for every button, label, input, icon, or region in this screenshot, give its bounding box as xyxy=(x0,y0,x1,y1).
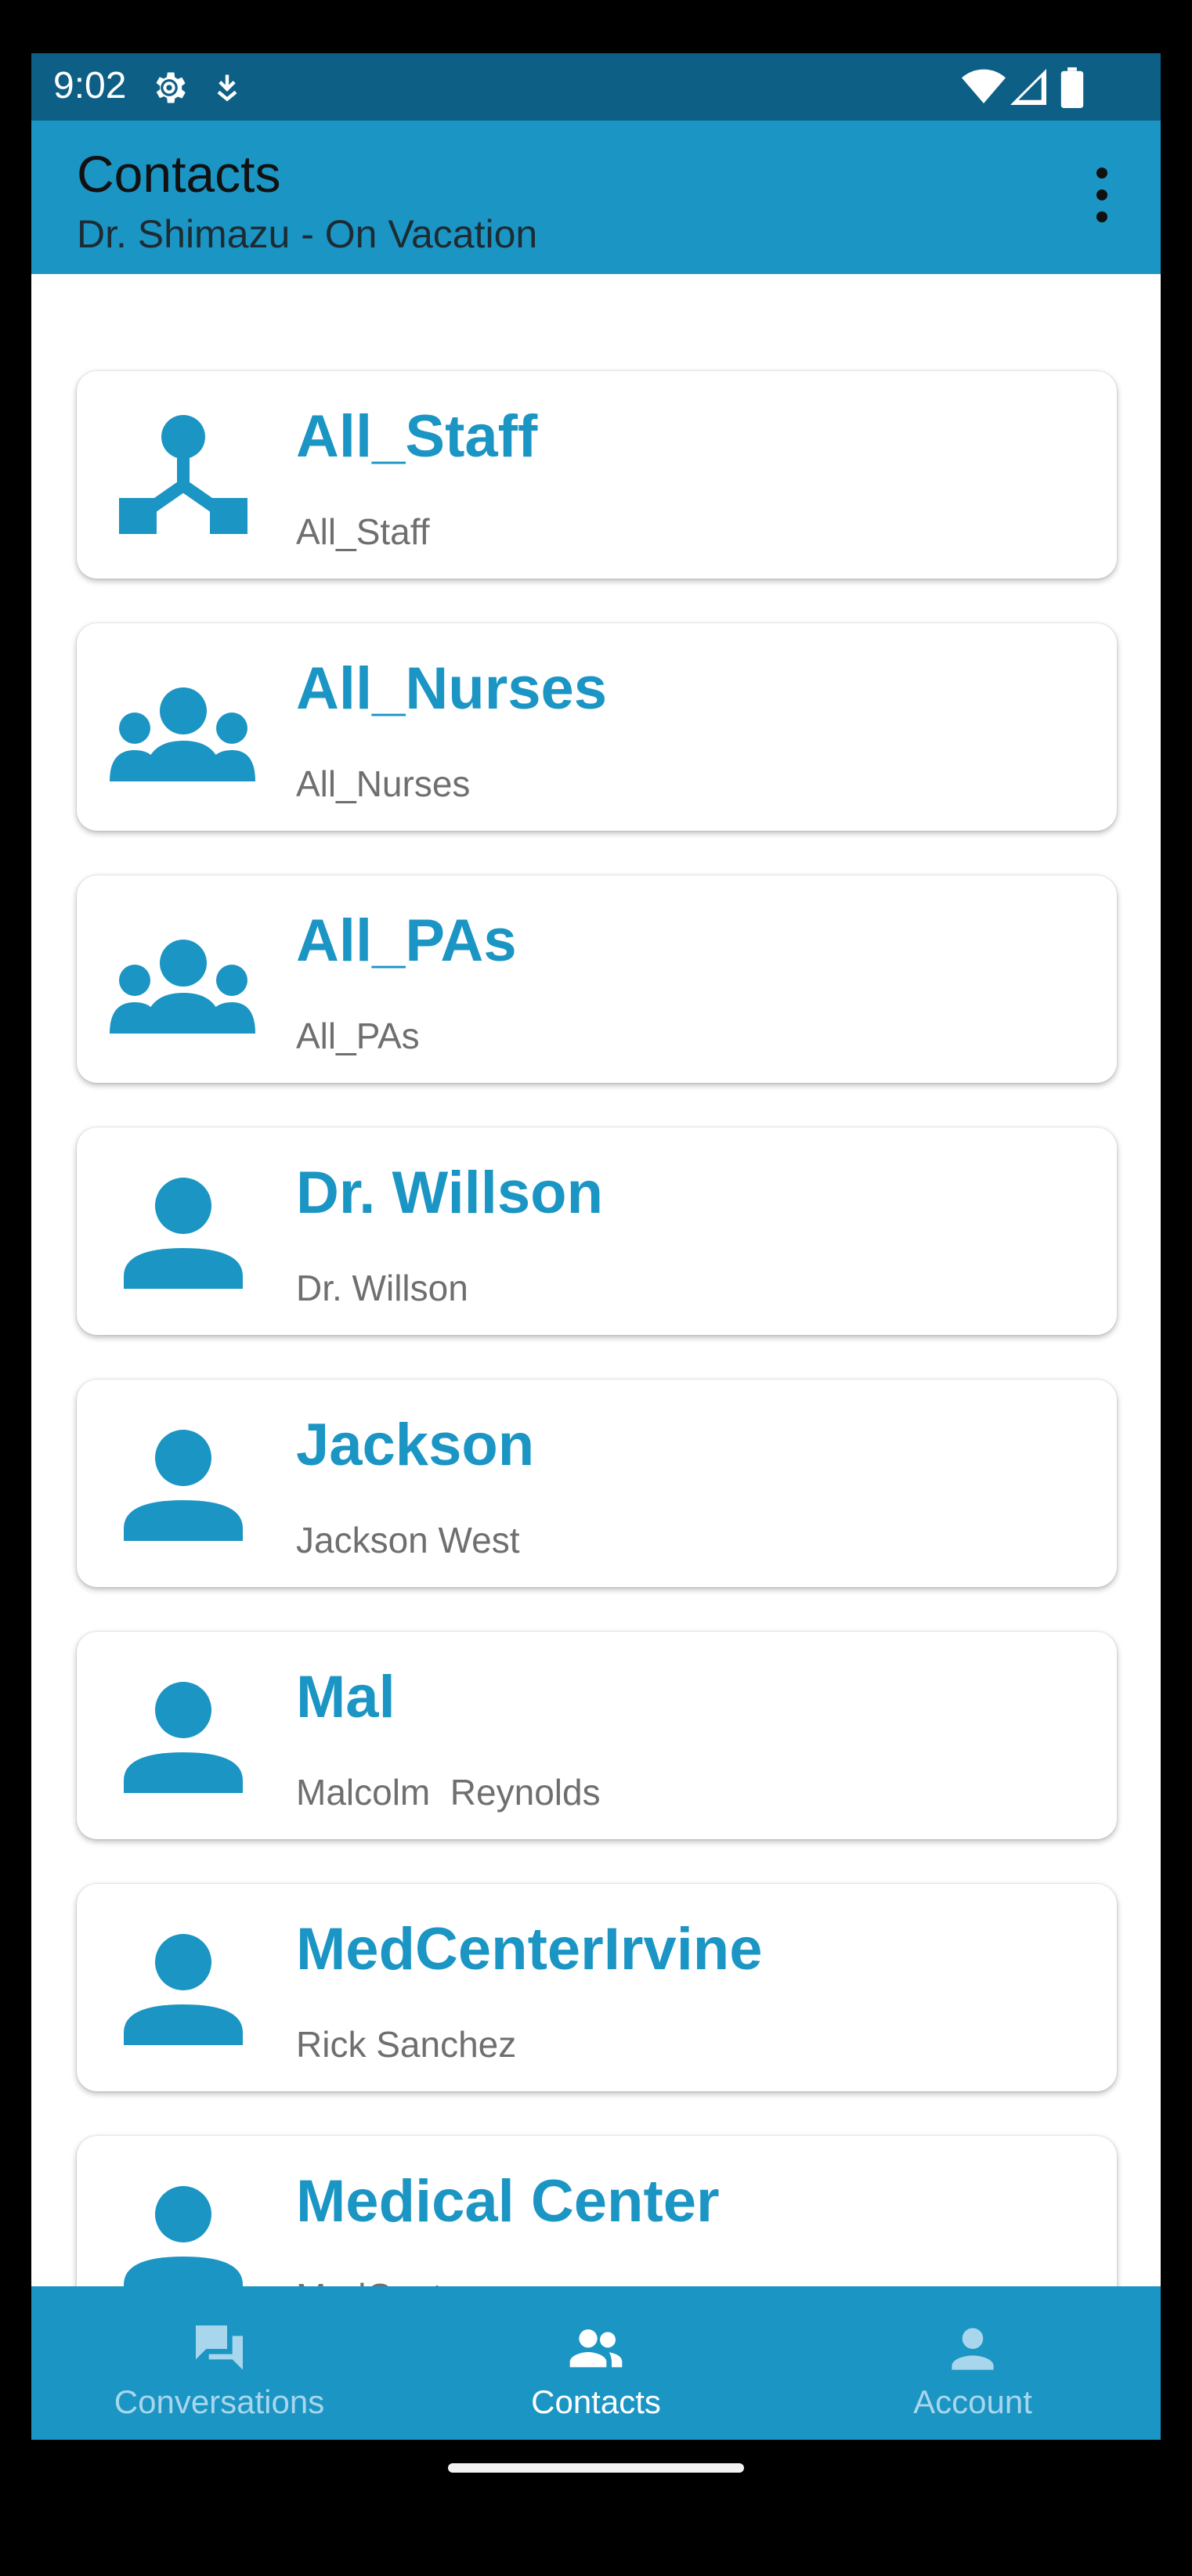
contact-subtitle: MedCenter xyxy=(296,2275,475,2286)
status-time: 9:02 xyxy=(53,65,127,106)
contact-title: All_PAs xyxy=(296,907,517,974)
contact-title: Dr. Willson xyxy=(296,1160,604,1226)
gesture-area xyxy=(31,2440,1161,2498)
signal-icon xyxy=(1010,69,1046,105)
bottom-nav: Conversations Contacts Account xyxy=(31,2286,1161,2440)
contact-subtitle: Dr. Willson xyxy=(296,1268,468,1308)
more-vert-icon[interactable] xyxy=(1090,168,1114,230)
contact-card[interactable]: Jackson Jackson West xyxy=(77,1380,1117,1587)
contact-card[interactable]: Mal Malcolm Reynolds xyxy=(77,1632,1117,1839)
nav-item-conversations[interactable]: Conversations xyxy=(31,2286,407,2440)
screen: 9:02 Contacts Dr. Shimazu - On Vacation … xyxy=(31,53,1161,2498)
group-icon xyxy=(110,940,255,1034)
contact-subtitle: All_Staff xyxy=(296,511,430,552)
nav-label-account: Account xyxy=(913,2383,1032,2420)
contact-subtitle: Malcolm Reynolds xyxy=(296,1772,601,1813)
contact-subtitle: Jackson West xyxy=(296,1520,520,1560)
person-icon xyxy=(124,2186,243,2286)
contact-title: Mal xyxy=(296,1664,396,1730)
page-title: Contacts xyxy=(77,145,281,203)
contacts-list[interactable]: All_Staff All_Staff All_Nurses All_Nurse… xyxy=(31,274,1161,2286)
nav-item-contacts[interactable]: Contacts xyxy=(408,2286,784,2440)
battery-icon xyxy=(1060,67,1084,108)
contact-subtitle: All_PAs xyxy=(296,1016,420,1056)
download-icon xyxy=(217,74,237,102)
org-chart-icon xyxy=(119,415,247,534)
forum-icon xyxy=(196,2325,243,2370)
contact-card[interactable]: All_Staff All_Staff xyxy=(77,371,1117,579)
contact-title: Jackson xyxy=(296,1412,535,1478)
contact-card[interactable]: Medical Center MedCenter xyxy=(77,2136,1117,2286)
group-icon xyxy=(110,687,255,781)
contact-subtitle: All_Nurses xyxy=(296,763,471,804)
contact-card[interactable]: Dr. Willson Dr. Willson xyxy=(77,1127,1117,1335)
contact-title: All_Staff xyxy=(296,403,538,470)
person-icon xyxy=(124,1178,243,1289)
contact-title: All_Nurses xyxy=(296,655,608,722)
contact-card[interactable]: All_PAs All_PAs xyxy=(77,875,1117,1083)
person-icon xyxy=(124,1430,243,1541)
contact-subtitle: Rick Sanchez xyxy=(296,2024,517,2065)
contact-title: Medical Center xyxy=(296,2168,720,2235)
app-bar: Contacts Dr. Shimazu - On Vacation xyxy=(31,121,1161,274)
nav-label-contacts: Contacts xyxy=(531,2383,661,2420)
settings-icon xyxy=(156,72,186,103)
contact-card[interactable]: All_Nurses All_Nurses xyxy=(77,623,1117,831)
status-bar: 9:02 xyxy=(31,53,1161,121)
nav-label-conversations: Conversations xyxy=(114,2383,325,2420)
person-icon xyxy=(124,1682,243,1793)
account-icon xyxy=(952,2328,994,2370)
home-gesture-bar[interactable] xyxy=(448,2463,744,2473)
contact-card[interactable]: MedCenterIrvine Rick Sanchez xyxy=(77,1884,1117,2091)
contact-title: MedCenterIrvine xyxy=(296,1916,763,1983)
nav-item-account[interactable]: Account xyxy=(785,2286,1161,2440)
device-frame: 9:02 Contacts Dr. Shimazu - On Vacation … xyxy=(0,0,1192,2576)
page-subtitle: Dr. Shimazu - On Vacation xyxy=(77,212,538,256)
people-icon xyxy=(569,2329,623,2368)
person-icon xyxy=(124,1934,243,2045)
wifi-icon xyxy=(962,69,1006,103)
